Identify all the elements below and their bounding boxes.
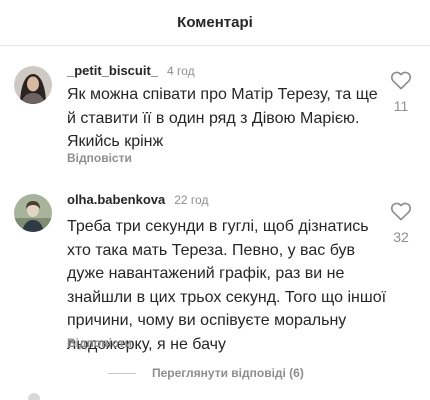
comment-username[interactable]: _petit_biscuit_ (67, 63, 158, 78)
comment-time: 22 год (174, 193, 209, 207)
like-count: 32 (393, 229, 409, 245)
comment-text: Треба три секунди в гуглі, щоб дізнатись… (67, 218, 387, 353)
heart-outline-icon (390, 202, 412, 221)
comment-meta: _petit_biscuit_ 4 год (67, 63, 195, 78)
page-title: Коментарі (177, 14, 253, 31)
view-replies-divider (108, 372, 136, 374)
comment-time: 4 год (167, 64, 195, 78)
view-replies-label[interactable]: Переглянути відповіді (6) (152, 366, 304, 380)
like-count: 11 (393, 98, 409, 114)
avatar-person-photo-icon (14, 194, 52, 232)
view-replies-button[interactable]: Переглянути відповіді (6) (108, 366, 304, 380)
like-button[interactable]: 11 (388, 70, 414, 114)
heart-outline-icon (390, 71, 412, 90)
like-button[interactable]: 32 (388, 201, 414, 245)
next-comment-avatar-peek (28, 393, 40, 400)
comment-text: Як можна співати про Матір Терезу, та ще… (67, 86, 378, 150)
reply-button[interactable]: Відповісти (67, 336, 132, 350)
comments-header: Коментарі (0, 0, 430, 46)
avatar-woman-photo-icon (14, 66, 52, 104)
avatar[interactable] (14, 194, 52, 232)
comment-meta: olha.babenkova 22 год (67, 192, 208, 207)
avatar[interactable] (14, 66, 52, 104)
reply-button[interactable]: Відповісти (67, 151, 132, 165)
comment-username[interactable]: olha.babenkova (67, 192, 165, 207)
